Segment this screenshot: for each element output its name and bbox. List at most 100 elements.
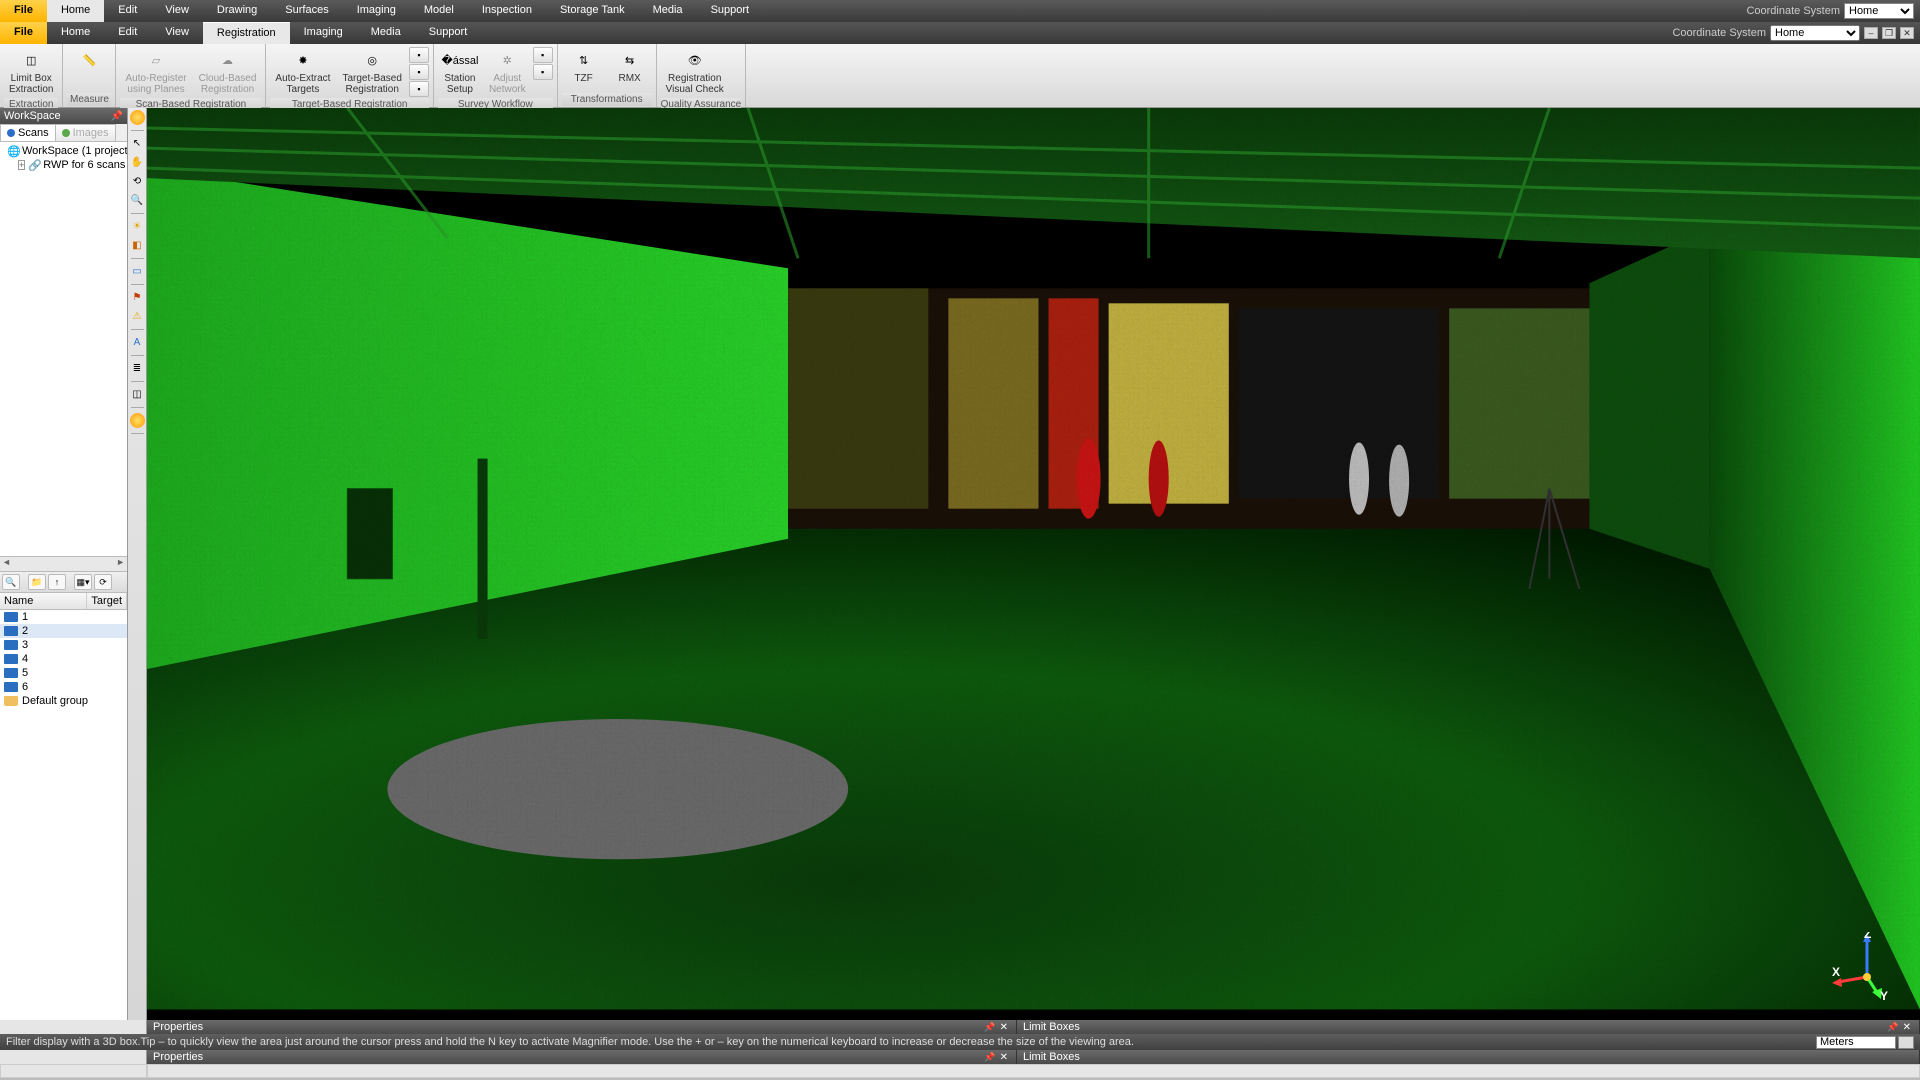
- col-name[interactable]: Name: [0, 593, 87, 609]
- ribbon-tzf[interactable]: ⇅TZF: [562, 45, 606, 87]
- tool-warning[interactable]: ⚠: [130, 309, 145, 324]
- menu-imaging[interactable]: Imaging: [343, 0, 410, 22]
- close-icon[interactable]: ✕: [998, 1052, 1010, 1063]
- ribbon-edit[interactable]: Edit: [104, 22, 151, 44]
- coord-system-select-top[interactable]: Home: [1844, 3, 1914, 19]
- tool-sphere[interactable]: [130, 413, 145, 428]
- list-item[interactable]: 3: [0, 638, 127, 652]
- menu-file[interactable]: File: [0, 0, 47, 22]
- ribbon-auto-extract-targets[interactable]: ✸Auto-ExtractTargets: [270, 45, 335, 98]
- scan-list[interactable]: 123456Default group: [0, 610, 127, 1020]
- menu-edit[interactable]: Edit: [104, 0, 151, 22]
- ribbon-rmx[interactable]: ⇆RMX: [608, 45, 652, 87]
- up-button[interactable]: ↑: [48, 574, 66, 590]
- ribbon-small-button[interactable]: ▪: [409, 81, 429, 97]
- left-h-scrollbar[interactable]: [0, 1064, 147, 1078]
- ribbon-support[interactable]: Support: [415, 22, 482, 44]
- view-mode-button[interactable]: ▦▾: [74, 574, 92, 590]
- tool-text[interactable]: A: [130, 335, 145, 350]
- tab-scans[interactable]: Scans: [0, 124, 56, 141]
- window-restore-button[interactable]: ❐: [1882, 27, 1896, 39]
- tool-screen[interactable]: ▭: [130, 264, 145, 279]
- main-menu-bar: File Home Edit View Drawing Surfaces Ima…: [0, 0, 1920, 22]
- tab-images[interactable]: Images: [55, 124, 116, 141]
- ribbon-small-button[interactable]: ▪: [533, 64, 553, 80]
- col-target[interactable]: Target: [87, 593, 127, 609]
- close-icon[interactable]: ✕: [998, 1022, 1010, 1033]
- project-tree[interactable]: 🌐WorkSpace (1 project)+🔗RWP for 6 scans: [0, 142, 127, 556]
- menu-surfaces[interactable]: Surfaces: [271, 0, 342, 22]
- tool-rotate[interactable]: ⟲: [130, 174, 145, 189]
- tool-sun[interactable]: ☀: [130, 219, 145, 234]
- filter-button[interactable]: 🔍: [2, 574, 20, 590]
- ribbon-view[interactable]: View: [151, 22, 203, 44]
- menu-model[interactable]: Model: [410, 0, 468, 22]
- ribbon-file[interactable]: File: [0, 22, 47, 44]
- ribbon-registration-visual-check[interactable]: 👁RegistrationVisual Check: [661, 45, 729, 98]
- folder-button[interactable]: 📁: [28, 574, 46, 590]
- tool-flag[interactable]: ⚑: [130, 290, 145, 305]
- viewport-3d[interactable]: Z X Y: [147, 108, 1920, 1020]
- ribbon-tab-bar: File Home Edit View Registration Imaging…: [0, 22, 1920, 44]
- menu-storage-tank[interactable]: Storage Tank: [546, 0, 639, 22]
- ribbon-limit-box-extraction[interactable]: ◫Limit BoxExtraction: [4, 45, 58, 98]
- dot-icon: [62, 129, 70, 137]
- menu-drawing[interactable]: Drawing: [203, 0, 271, 22]
- refresh-button[interactable]: ⟳: [94, 574, 112, 590]
- ribbon-home[interactable]: Home: [47, 22, 104, 44]
- ribbon-small-button[interactable]: ▪: [409, 64, 429, 80]
- menu-home[interactable]: Home: [47, 0, 104, 22]
- workspace-tabs: Scans Images: [0, 124, 127, 142]
- ribbon-imaging[interactable]: Imaging: [290, 22, 357, 44]
- tool-layers[interactable]: ≣: [130, 361, 145, 376]
- limitboxes-panel-header[interactable]: Limit Boxes📌✕: [1017, 1020, 1920, 1034]
- limitboxes-panel-header-2[interactable]: Limit Boxes: [1017, 1050, 1920, 1064]
- list-item[interactable]: 5: [0, 666, 127, 680]
- cam-icon: [4, 668, 18, 678]
- tool-highlight[interactable]: [130, 110, 145, 125]
- pin-icon[interactable]: 📌: [982, 1052, 997, 1063]
- tool-color[interactable]: ◧: [130, 238, 145, 253]
- close-icon[interactable]: ✕: [1901, 1022, 1913, 1033]
- properties-panel-header[interactable]: Properties📌✕: [147, 1020, 1017, 1034]
- ribbon-media[interactable]: Media: [357, 22, 415, 44]
- menu-view[interactable]: View: [151, 0, 203, 22]
- tree-node[interactable]: +🔗RWP for 6 scans: [2, 158, 125, 172]
- coord-system-select[interactable]: Home: [1770, 25, 1860, 41]
- tool-zoom[interactable]: 🔍: [130, 193, 145, 208]
- tool-3d[interactable]: ◫: [130, 387, 145, 402]
- tool-pan[interactable]: ✋: [130, 155, 145, 170]
- tool-cursor[interactable]: ↖: [130, 136, 145, 151]
- menu-media[interactable]: Media: [639, 0, 697, 22]
- status-end-button[interactable]: [1898, 1036, 1914, 1049]
- list-item[interactable]: Default group: [0, 694, 127, 708]
- tree-node[interactable]: 🌐WorkSpace (1 project): [2, 144, 125, 158]
- menu-support[interactable]: Support: [697, 0, 764, 22]
- pin-icon[interactable]: 📌: [982, 1022, 997, 1033]
- ribbon-station-setup[interactable]: �ássalStationSetup: [438, 45, 482, 98]
- pin-icon[interactable]: 📌: [111, 111, 123, 122]
- tree-h-scrollbar[interactable]: [0, 556, 127, 571]
- ribbon-registration[interactable]: Registration: [203, 22, 290, 44]
- folder-icon: [4, 696, 18, 706]
- menu-inspection[interactable]: Inspection: [468, 0, 546, 22]
- list-item[interactable]: 1: [0, 610, 127, 624]
- workspace-title: WorkSpace: [4, 110, 61, 122]
- tzf-icon: ⇅: [572, 48, 596, 72]
- properties-panel-header-2[interactable]: Properties📌✕: [147, 1050, 1017, 1064]
- cam-icon: [4, 626, 18, 636]
- ribbon: ◫Limit BoxExtractionExtraction📏Measure▱A…: [0, 44, 1920, 108]
- ribbon-target-based-registration[interactable]: ◎Target-BasedRegistration: [337, 45, 406, 98]
- list-item[interactable]: 6: [0, 680, 127, 694]
- ribbon-small-button[interactable]: ▪: [409, 47, 429, 63]
- chain-icon: 🔗: [28, 159, 40, 171]
- window-minimize-button[interactable]: –: [1864, 27, 1878, 39]
- list-item[interactable]: 4: [0, 652, 127, 666]
- window-close-button[interactable]: ✕: [1900, 27, 1914, 39]
- ribbon-small-button[interactable]: ▪: [533, 47, 553, 63]
- expand-icon[interactable]: +: [18, 160, 25, 170]
- pin-icon[interactable]: 📌: [1885, 1022, 1900, 1033]
- list-item[interactable]: 2: [0, 624, 127, 638]
- ribbon-[interactable]: 📏: [67, 45, 111, 76]
- units-select[interactable]: Meters: [1816, 1036, 1896, 1049]
